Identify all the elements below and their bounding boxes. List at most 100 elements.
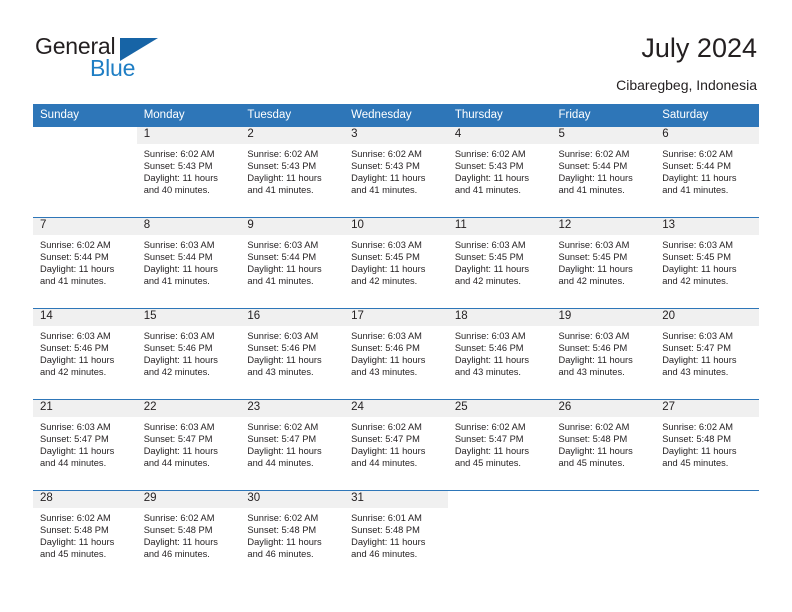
calendar-day-cell[interactable]: 7 Sunrise: 6:02 AM Sunset: 5:44 PM Daylight… [33, 217, 137, 309]
calendar-week-row: 7 Sunrise: 6:02 AM Sunset: 5:44 PM Daylight… [33, 217, 759, 309]
day-details: Sunrise: 6:02 AM Sunset: 5:47 PM Daylight:… [240, 417, 344, 469]
calendar-day-cell[interactable]: 21 Sunrise: 6:03 AM Sunset: 5:47 PM Dayligh… [33, 399, 137, 491]
daylight-duration-line1: Daylight: 11 hours [40, 537, 115, 548]
daylight-duration-line1: Daylight: 11 hours [143, 355, 218, 366]
calendar-day-cell[interactable]: 9 Sunrise: 6:03 AM Sunset: 5:44 PM Daylight… [240, 217, 345, 309]
day-number: 30 [240, 491, 345, 508]
calendar-day-cell[interactable]: 4 Sunrise: 6:02 AM Sunset: 5:43 PM Daylight… [447, 127, 552, 218]
sunset-time: Sunset: 5:48 PM [558, 434, 628, 445]
day-number: 31 [344, 491, 448, 508]
daylight-duration-line1: Daylight: 11 hours [662, 264, 737, 275]
calendar-day-cell[interactable]: 27 Sunrise: 6:02 AM Sunset: 5:48 PM Dayligh… [655, 399, 759, 491]
sunrise-time: Sunrise: 6:02 AM [662, 422, 734, 432]
daylight-duration-line1: Daylight: 11 hours [247, 446, 322, 457]
sunset-time: Sunset: 5:45 PM [351, 252, 420, 263]
sunset-time: Sunset: 5:43 PM [351, 161, 420, 172]
daylight-duration-line2: and 41 minutes. [247, 276, 314, 287]
calendar-day-cell[interactable]: 26 Sunrise: 6:02 AM Sunset: 5:48 PM Dayligh… [551, 399, 656, 491]
day-details: Sunrise: 6:02 AM Sunset: 5:44 PM Daylight:… [655, 144, 759, 196]
sunset-time: Sunset: 5:43 PM [247, 161, 317, 172]
calendar-day-cell[interactable]: 15 Sunrise: 6:03 AM Sunset: 5:46 PM Dayligh… [136, 308, 241, 400]
day-details: Sunrise: 6:02 AM Sunset: 5:48 PM Daylight:… [240, 508, 344, 560]
daylight-duration-line1: Daylight: 11 hours [247, 355, 322, 366]
sunrise-time: Sunrise: 6:02 AM [558, 149, 630, 159]
sunrise-time: Sunrise: 6:03 AM [662, 240, 734, 250]
calendar-header-row: Sunday Monday Tuesday Wednesday Thursday… [33, 104, 759, 127]
day-details: Sunrise: 6:02 AM Sunset: 5:43 PM Daylight:… [448, 144, 552, 196]
calendar-day-cell[interactable]: 10 Sunrise: 6:03 AM Sunset: 5:45 PM Dayligh… [344, 217, 448, 309]
calendar-day-cell[interactable]: 18 Sunrise: 6:03 AM Sunset: 5:46 PM Dayligh… [447, 308, 552, 400]
day-number: 9 [240, 218, 345, 235]
sunrise-time: Sunrise: 6:02 AM [40, 240, 111, 250]
calendar-day-cell[interactable]: 13 Sunrise: 6:03 AM Sunset: 5:45 PM Dayligh… [655, 217, 759, 309]
daylight-duration-line2: and 46 minutes. [351, 549, 418, 560]
daylight-duration-line1: Daylight: 11 hours [662, 173, 737, 184]
daylight-duration-line1: Daylight: 11 hours [351, 537, 426, 548]
sunrise-time: Sunrise: 6:03 AM [454, 331, 526, 341]
calendar-day-cell[interactable]: 22 Sunrise: 6:03 AM Sunset: 5:47 PM Dayligh… [136, 399, 241, 491]
calendar-day-cell[interactable]: 29 Sunrise: 6:02 AM Sunset: 5:48 PM Dayligh… [136, 490, 241, 581]
sunrise-time: Sunrise: 6:02 AM [40, 513, 111, 523]
calendar-week-row: 1 Sunrise: 6:02 AM Sunset: 5:43 PM Daylight… [33, 127, 759, 218]
day-number: 27 [655, 400, 759, 417]
calendar-day-cell[interactable]: 19 Sunrise: 6:03 AM Sunset: 5:46 PM Dayligh… [551, 308, 656, 400]
daylight-duration-line2: and 41 minutes. [247, 185, 314, 196]
calendar-day-cell[interactable]: 14 Sunrise: 6:03 AM Sunset: 5:46 PM Dayligh… [33, 308, 137, 400]
calendar-day-cell[interactable]: 23 Sunrise: 6:02 AM Sunset: 5:47 PM Dayligh… [240, 399, 345, 491]
day-details: Sunrise: 6:02 AM Sunset: 5:43 PM Daylight:… [240, 144, 344, 196]
calendar-day-cell[interactable]: 16 Sunrise: 6:03 AM Sunset: 5:46 PM Dayligh… [240, 308, 345, 400]
sunrise-time: Sunrise: 6:02 AM [247, 513, 319, 523]
calendar-day-cell[interactable]: 12 Sunrise: 6:03 AM Sunset: 5:45 PM Dayligh… [551, 217, 656, 309]
day-details: Sunrise: 6:03 AM Sunset: 5:45 PM Daylight:… [344, 235, 448, 287]
sunset-time: Sunset: 5:45 PM [662, 252, 731, 263]
sunset-time: Sunset: 5:47 PM [40, 434, 109, 445]
sunrise-time: Sunrise: 6:02 AM [454, 149, 526, 159]
daylight-duration-line1: Daylight: 11 hours [351, 446, 426, 457]
calendar-day-cell[interactable]: 28 Sunrise: 6:02 AM Sunset: 5:48 PM Dayligh… [33, 490, 137, 581]
calendar-day-cell[interactable]: 25 Sunrise: 6:02 AM Sunset: 5:47 PM Dayligh… [447, 399, 552, 491]
page-header: General Blue July 2024 Cibaregbeg, Indon… [0, 0, 792, 100]
calendar-week-row: 28 Sunrise: 6:02 AM Sunset: 5:48 PM Dayligh… [33, 490, 759, 581]
sunrise-time: Sunrise: 6:02 AM [558, 422, 630, 432]
daylight-duration-line1: Daylight: 11 hours [558, 173, 633, 184]
sunset-time: Sunset: 5:46 PM [143, 343, 213, 354]
day-number [33, 127, 137, 144]
calendar-day-cell[interactable]: 20 Sunrise: 6:03 AM Sunset: 5:47 PM Dayligh… [655, 308, 759, 400]
day-number: 5 [551, 127, 656, 144]
day-number: 20 [655, 309, 759, 326]
day-number: 18 [447, 309, 552, 326]
day-details: Sunrise: 6:03 AM Sunset: 5:45 PM Daylight:… [448, 235, 552, 287]
day-number: 10 [344, 218, 448, 235]
calendar-day-cell[interactable]: 31 Sunrise: 6:01 AM Sunset: 5:48 PM Dayligh… [344, 490, 448, 581]
sunset-time: Sunset: 5:47 PM [454, 434, 524, 445]
day-number: 2 [240, 127, 345, 144]
daylight-duration-line2: and 41 minutes. [662, 185, 729, 196]
day-details: Sunrise: 6:03 AM Sunset: 5:46 PM Daylight:… [240, 326, 344, 378]
sunrise-time: Sunrise: 6:03 AM [351, 240, 422, 250]
calendar-day-cell[interactable]: 17 Sunrise: 6:03 AM Sunset: 5:46 PM Dayligh… [344, 308, 448, 400]
day-details: Sunrise: 6:03 AM Sunset: 5:46 PM Daylight:… [137, 326, 241, 378]
day-details: Sunrise: 6:02 AM Sunset: 5:47 PM Daylight:… [448, 417, 552, 469]
day-number: 15 [136, 309, 241, 326]
calendar-day-cell[interactable]: 2 Sunrise: 6:02 AM Sunset: 5:43 PM Daylight… [240, 127, 345, 218]
sunset-time: Sunset: 5:45 PM [454, 252, 524, 263]
calendar-day-cell[interactable]: 5 Sunrise: 6:02 AM Sunset: 5:44 PM Daylight… [551, 127, 656, 218]
calendar-day-cell[interactable]: 24 Sunrise: 6:02 AM Sunset: 5:47 PM Dayligh… [344, 399, 448, 491]
daylight-duration-line2: and 40 minutes. [143, 185, 210, 196]
day-details: Sunrise: 6:02 AM Sunset: 5:48 PM Daylight:… [552, 417, 656, 469]
calendar-day-cell[interactable]: 1 Sunrise: 6:02 AM Sunset: 5:43 PM Daylight… [136, 127, 241, 218]
day-details: Sunrise: 6:02 AM Sunset: 5:43 PM Daylight:… [344, 144, 448, 196]
daylight-duration-line2: and 46 minutes. [143, 549, 210, 560]
day-details: Sunrise: 6:01 AM Sunset: 5:48 PM Daylight:… [344, 508, 448, 560]
calendar-day-cell[interactable]: 6 Sunrise: 6:02 AM Sunset: 5:44 PM Daylight… [655, 127, 759, 218]
calendar-day-cell[interactable]: 30 Sunrise: 6:02 AM Sunset: 5:48 PM Dayligh… [240, 490, 345, 581]
daylight-duration-line1: Daylight: 11 hours [454, 264, 530, 275]
general-blue-logo[interactable]: General Blue [35, 33, 235, 89]
sunrise-time: Sunrise: 6:02 AM [351, 149, 422, 159]
day-number: 16 [240, 309, 345, 326]
calendar-day-cell[interactable]: 11 Sunrise: 6:03 AM Sunset: 5:45 PM Dayligh… [447, 217, 552, 309]
day-details: Sunrise: 6:03 AM Sunset: 5:44 PM Daylight:… [137, 235, 241, 287]
calendar-body: 1 Sunrise: 6:02 AM Sunset: 5:43 PM Daylight… [33, 127, 759, 581]
calendar-day-cell[interactable]: 3 Sunrise: 6:02 AM Sunset: 5:43 PM Daylight… [344, 127, 448, 218]
calendar-day-cell[interactable]: 8 Sunrise: 6:03 AM Sunset: 5:44 PM Daylight… [136, 217, 241, 309]
